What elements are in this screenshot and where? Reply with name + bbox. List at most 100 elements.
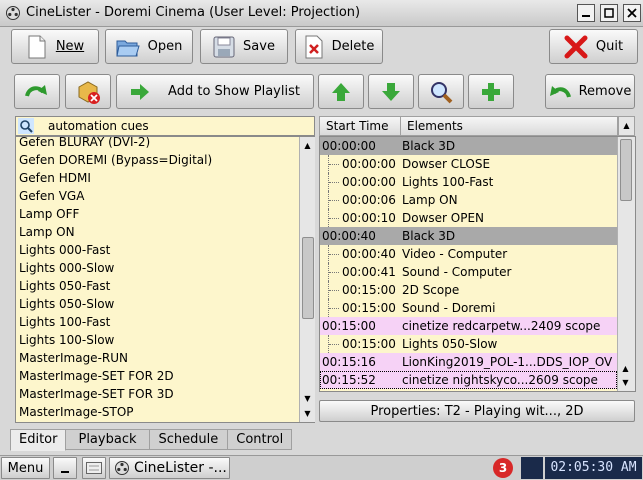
add-to-show-playlist-button[interactable]: Add to Show Playlist [116, 74, 314, 109]
tab-control[interactable]: Control [227, 429, 293, 450]
column-header-elements[interactable]: Elements [400, 116, 618, 136]
properties-text: Properties: T2 - Playing wit..., 2D [370, 403, 584, 419]
quit-label: Quit [595, 39, 624, 54]
playlist-cue-row[interactable]: 00:15:00 Sound - Doremi [320, 299, 617, 317]
cue-list-item[interactable]: Lamp OFF [16, 205, 299, 223]
delete-button[interactable]: Delete [295, 29, 383, 64]
playlist-cue-row[interactable]: 00:00:40 Video - Computer [320, 245, 617, 263]
playlist-cue-row[interactable]: 00:15:00 Lights 050-Slow [320, 335, 617, 353]
scroll-down-arrow-icon[interactable]: ▼ [301, 407, 314, 420]
show-playlist[interactable]: 00:00:00 Black 3D 00:00:00 Dowser CLOSE 00:0… [320, 137, 617, 391]
scroll-up-arrow-icon[interactable]: ▲ [619, 362, 632, 375]
playlist-cue-row[interactable]: 00:00:41 Sound - Computer [320, 263, 617, 281]
keyboard-icon [86, 462, 102, 474]
playlist-clip-row[interactable]: 00:15:52 cinetize nightskyco...2609 scope [320, 371, 617, 389]
terminal-launcher[interactable] [82, 457, 106, 479]
cue-list-item[interactable]: Gefen HDMI [16, 169, 299, 187]
start-time-cell: 00:00:00 [322, 139, 376, 153]
playlist-clip-row[interactable]: 00:15:00 cinetize redcarpetw...2409 scope [320, 317, 617, 335]
properties-bar[interactable]: Properties: T2 - Playing wit..., 2D [319, 400, 635, 422]
header-corner: ▲ [618, 116, 635, 136]
delete-label: Delete [331, 39, 375, 54]
scrollbar-thumb[interactable] [302, 237, 314, 319]
remove-cue-button[interactable] [65, 74, 111, 109]
move-up-button[interactable] [318, 74, 364, 109]
add-button[interactable] [468, 74, 514, 109]
redo-arrow-icon [25, 84, 47, 97]
search-icon [18, 118, 34, 134]
scroll-up-arrow-icon[interactable]: ▲ [620, 119, 633, 132]
save-button[interactable]: Save [200, 29, 288, 64]
playlist-clip-row[interactable]: 00:00:00 Black 3D [320, 137, 617, 155]
search-input[interactable]: automation cues [48, 119, 149, 133]
tree-connector [328, 191, 340, 209]
cue-list-item[interactable]: Gefen VGA [16, 187, 299, 205]
remove-label: Remove [578, 84, 632, 99]
tree-connector [328, 281, 340, 299]
playlist-cue-row[interactable]: 00:00:10 Dowser OPEN [320, 209, 617, 227]
start-time-cell: 00:00:00 [342, 157, 396, 171]
taskbar-app-cinelister[interactable]: CineLister -... [109, 457, 230, 479]
playlist-cue-row[interactable]: 00:00:00 Dowser CLOSE [320, 155, 617, 173]
automation-cue-list[interactable]: Gefen BLURAY (DVI-2) Gefen DOREMI (Bypass… [16, 137, 299, 422]
quit-button[interactable]: Quit [549, 29, 638, 64]
tree-connector [328, 245, 340, 263]
show-desktop-button[interactable] [53, 457, 77, 479]
element-cell: Lamp ON [402, 193, 458, 207]
playlist-cue-row[interactable]: 00:00:06 Lamp ON [320, 191, 617, 209]
zoom-search-button[interactable] [418, 74, 464, 109]
cue-list-item[interactable]: Gefen DOREMI (Bypass=Digital) [16, 151, 299, 169]
window-title: CineLister - Doremi Cinema (User Level: … [26, 5, 361, 20]
cue-list-scrollbar[interactable]: ▲ ▼ ▼ [299, 137, 315, 422]
start-time-cell: 00:00:40 [322, 229, 376, 243]
close-window-button[interactable] [623, 4, 641, 22]
column-header-start-time[interactable]: Start Time [319, 116, 401, 136]
playlist-cue-row[interactable]: 00:15:00 2D Scope [320, 281, 617, 299]
cue-list-item[interactable]: Lights 100-Slow [16, 331, 299, 349]
cue-list-item[interactable]: Lights 000-Fast [16, 241, 299, 259]
remove-button[interactable]: Remove [545, 74, 635, 109]
scrollbar-thumb[interactable] [620, 139, 632, 201]
maximize-button[interactable] [600, 4, 618, 22]
maximize-icon [604, 8, 614, 18]
cue-list-item[interactable]: Lights 050-Slow [16, 295, 299, 313]
playlist-clip-row[interactable]: 00:00:40 Black 3D [320, 227, 617, 245]
minimize-icon [582, 15, 590, 17]
playlist-cue-row[interactable]: 00:00:00 Lights 100-Fast [320, 173, 617, 191]
tab-editor[interactable]: Editor [10, 429, 67, 451]
element-cell: cinetize redcarpetw...2409 scope [402, 319, 601, 333]
cue-list-item[interactable]: MasterImage-STOP [16, 403, 299, 421]
cue-list-item[interactable]: MasterImage-RUN [16, 349, 299, 367]
cue-list-item[interactable]: Gefen BLURAY (DVI-2) [16, 137, 299, 151]
search-field[interactable]: automation cues [15, 116, 315, 136]
cue-list-item[interactable]: Lights 050-Fast [16, 277, 299, 295]
start-time-cell: 00:00:41 [342, 265, 396, 279]
playlist-scrollbar[interactable]: ▲ ▼ [617, 137, 635, 391]
cue-list-item[interactable]: Lights 100-Fast [16, 313, 299, 331]
redo-button[interactable] [14, 74, 60, 109]
scroll-down-arrow-icon[interactable]: ▼ [301, 392, 314, 405]
tab-playback[interactable]: Playback [65, 429, 150, 450]
element-cell: 2D Scope [402, 283, 460, 297]
open-folder-icon [116, 40, 140, 56]
cue-list-item[interactable]: Lights 000-Slow [16, 259, 299, 277]
taskbar-app-label: CineLister -... [134, 460, 227, 476]
cue-list-item[interactable]: Lamp ON [16, 223, 299, 241]
scroll-down-arrow-icon[interactable]: ▼ [619, 376, 632, 389]
start-menu-button[interactable]: Menu [1, 457, 50, 479]
playlist-clip-row[interactable]: 00:15:16 LionKing2019_POL-1...DDS_IOP_OV [320, 353, 617, 371]
bottom-tabs: Editor Playback Schedule Control [10, 429, 293, 451]
cue-list-item[interactable]: MasterImage-SET FOR 3D [16, 385, 299, 403]
new-button[interactable]: New [11, 29, 99, 64]
open-button[interactable]: Open [105, 29, 193, 64]
minimize-all-icon [61, 471, 69, 473]
cue-list-item[interactable]: MasterImage-SET FOR 2D [16, 367, 299, 385]
save-disk-icon [213, 36, 235, 57]
tab-schedule[interactable]: Schedule [148, 429, 229, 450]
scroll-up-arrow-icon[interactable]: ▲ [301, 139, 314, 152]
tray-icon[interactable] [521, 457, 543, 479]
notification-badge[interactable]: 3 [493, 458, 513, 478]
minimize-button[interactable] [577, 4, 595, 22]
start-time-cell: 00:15:00 [322, 319, 376, 333]
move-down-button[interactable] [368, 74, 414, 109]
